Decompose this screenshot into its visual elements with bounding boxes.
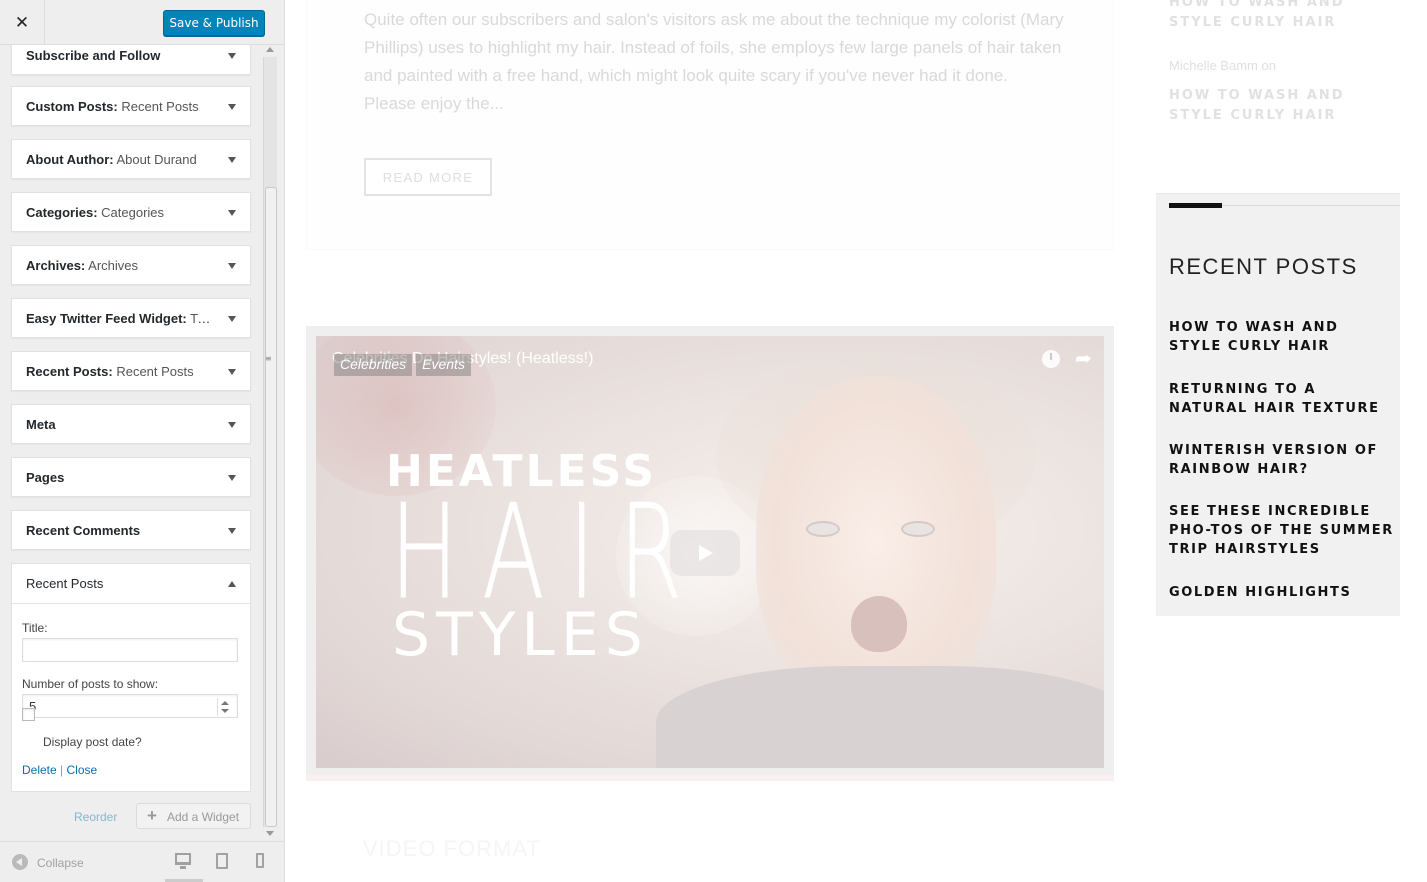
number-of-posts-label: Number of posts to show: [22, 677, 159, 691]
add-widget-label: Add a Widget [167, 810, 240, 824]
add-widget-button[interactable]: + Add a Widget [136, 803, 251, 829]
post-card: Quite often our subscribers and salon's … [306, 0, 1114, 250]
share-icon[interactable]: ➦ [1075, 346, 1092, 370]
delete-link[interactable]: Delete [22, 763, 57, 777]
widget-title: RECENT POSTS [1169, 254, 1358, 279]
sidebar-scrollbar[interactable]: ≡ [262, 45, 278, 840]
scrollbar-thumb[interactable] [265, 187, 277, 827]
collapse-arrow-icon[interactable] [228, 581, 236, 587]
widget-title: Meta [26, 417, 56, 432]
widget-divider [1222, 205, 1400, 206]
widget-recent-posts-expanded: Recent Posts Title: Number of posts to s… [11, 563, 251, 792]
expand-arrow-icon[interactable] [228, 316, 236, 322]
clock-icon[interactable] [1042, 350, 1060, 368]
number-stepper[interactable] [217, 698, 231, 716]
collapse-label: Collapse [37, 856, 84, 870]
widget-accent-bar [1169, 203, 1222, 208]
collapse-icon [12, 854, 28, 870]
site-preview: Quite often our subscribers and salon's … [286, 0, 1427, 882]
expand-arrow-icon[interactable] [228, 210, 236, 216]
post-excerpt: Quite often our subscribers and salon's … [364, 10, 1064, 113]
widget-title: Subscribe and Follow [26, 48, 161, 63]
recent-post-link[interactable]: GOLDEN HIGHLIGHTS [1169, 583, 1397, 602]
recent-post-link[interactable]: SEE THESE INCREDIBLE PHO-TOS OF THE SUMM… [1169, 502, 1397, 559]
widget-recent-comments[interactable]: Recent Comments [11, 510, 251, 550]
recent-post-link[interactable]: RETURNING TO A NATURAL HAIR TEXTURE [1169, 380, 1397, 418]
expand-arrow-icon[interactable] [228, 104, 236, 110]
reorder-link[interactable]: Reorder [74, 810, 117, 824]
title-input[interactable] [22, 638, 238, 662]
number-of-posts-input[interactable] [22, 694, 238, 718]
display-post-date-checkbox[interactable] [22, 708, 35, 721]
expand-arrow-icon[interactable] [228, 422, 236, 428]
customizer-footer: Collapse [0, 841, 284, 882]
recent-post-link[interactable]: WINTERISH VERSION OF RAINBOW HAIR? [1169, 441, 1397, 479]
recent-post-link[interactable]: HOW TO WASH AND STYLE CURLY HAIR [1169, 318, 1397, 356]
post-categories: Celebrities Events [334, 354, 471, 376]
scrollbar-grip-icon: ≡ [265, 354, 272, 363]
expand-arrow-icon[interactable] [228, 263, 236, 269]
expand-arrow-icon[interactable] [228, 528, 236, 534]
customizer-header: ✕ Save & Publish [0, 0, 284, 45]
customizer-panel: Subscribe and Follow Custom Posts: Recen… [0, 0, 285, 882]
category-tag[interactable]: Celebrities [334, 354, 413, 376]
expand-arrow-icon[interactable] [228, 157, 236, 163]
video-thumbnail-face [756, 376, 996, 706]
widget-recent-posts[interactable]: Recent Posts: Recent Posts [11, 351, 251, 391]
recent-posts-widget: RECENT POSTS HOW TO WASH AND STYLE CURLY… [1156, 193, 1400, 616]
save-publish-button[interactable]: Save & Publish [163, 10, 265, 36]
scroll-up-arrow-icon[interactable] [266, 47, 274, 52]
post-title[interactable]: VIDEO FORMAT [363, 836, 541, 862]
widget-title: Archives: Archives [26, 258, 139, 273]
display-post-date-label: Display post date? [43, 735, 142, 749]
widget-pages[interactable]: Pages [11, 457, 251, 497]
tablet-icon[interactable] [216, 853, 228, 869]
widget-title: Pages [26, 470, 65, 485]
link-separator: | [60, 763, 64, 777]
widget-title: Categories: Categories [26, 205, 165, 220]
recent-comment-post-link[interactable]: HOW TO WASH AND STYLE CURLY HAIR [1169, 0, 1399, 33]
recent-comment-post-link[interactable]: HOW TO WASH AND STYLE CURLY HAIR [1169, 86, 1399, 126]
close-icon[interactable]: ✕ [0, 0, 45, 45]
expand-arrow-icon[interactable] [228, 53, 236, 59]
desktop-icon[interactable] [175, 853, 191, 869]
widget-title: Easy Twitter Feed Widget: Twi... [26, 311, 212, 326]
comment-author: Michelle Bamm on [1169, 58, 1276, 73]
widget-list: Subscribe and Follow Custom Posts: Recen… [0, 45, 260, 845]
widget-meta[interactable]: Meta [11, 404, 251, 444]
video-overlay-text: STYLES [392, 600, 649, 670]
widget-title: Recent Posts: Recent Posts [26, 364, 194, 379]
category-tag[interactable]: Events [416, 354, 471, 376]
widget-custom-posts[interactable]: Custom Posts: Recent Posts [11, 86, 251, 126]
widget-twitter-feed[interactable]: Easy Twitter Feed Widget: Twi... [11, 298, 251, 338]
expand-arrow-icon[interactable] [228, 369, 236, 375]
scroll-down-arrow-icon[interactable] [266, 831, 274, 836]
title-label: Title: [22, 621, 48, 635]
right-sidebar: HOW TO WASH AND STYLE CURLY HAIR Michell… [1156, 0, 1400, 882]
plus-icon: + [147, 806, 157, 825]
widget-archives[interactable]: Archives: Archives [11, 245, 251, 285]
widget-title: Recent Comments [26, 523, 141, 538]
widget-actions: Delete | Close [22, 763, 97, 777]
close-link[interactable]: Close [67, 763, 98, 777]
widget-about-author[interactable]: About Author: About Durand [11, 139, 251, 179]
video-player[interactable]: HEATLESS HAIR STYLES Celebrities Do Hair… [316, 336, 1104, 768]
widget-categories[interactable]: Categories: Categories [11, 192, 251, 232]
widget-title: Custom Posts: Recent Posts [26, 99, 199, 114]
video-post: HEATLESS HAIR STYLES Celebrities Do Hair… [306, 326, 1114, 781]
play-icon[interactable] [670, 530, 740, 576]
widget-title: Recent Posts [26, 576, 104, 591]
mobile-icon[interactable] [256, 853, 264, 868]
widget-title: About Author: About Durand [26, 152, 197, 167]
widget-header[interactable]: Recent Posts [12, 564, 250, 604]
expand-arrow-icon[interactable] [228, 475, 236, 481]
read-more-button[interactable]: READ MORE [364, 158, 492, 196]
widget-subscribe-and-follow[interactable]: Subscribe and Follow [11, 45, 251, 75]
